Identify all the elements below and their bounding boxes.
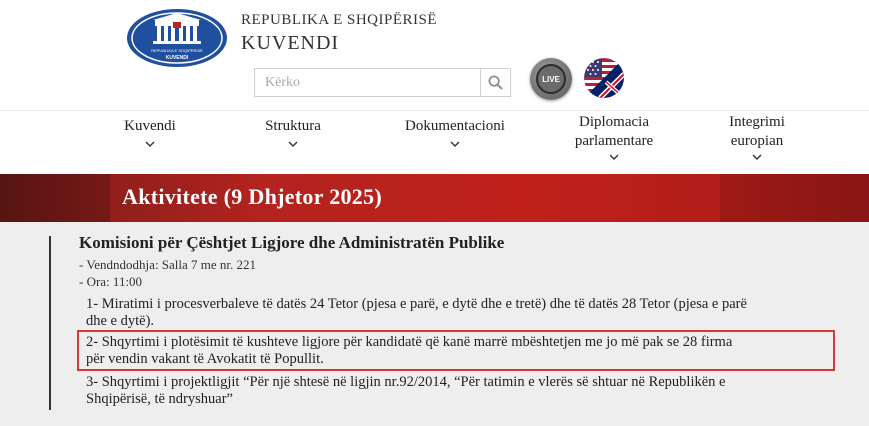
nav-item-label: parlamentare xyxy=(574,133,654,149)
time-text: - Ora: 11:00 xyxy=(79,274,143,289)
logo-subtext: REPUBLIKA E SHQIPËRISË xyxy=(151,48,203,53)
nav-item-label: Dokumentacioni xyxy=(405,118,505,134)
section-divider xyxy=(49,236,51,410)
nav-item-label: Kuvendi xyxy=(124,118,176,134)
nav-item-label: europian xyxy=(730,133,784,149)
committee-title: Komisioni për Çështjet Ligjore dhe Admin… xyxy=(79,233,505,252)
page-banner: Aktivitete (9 Dhjetor 2025) xyxy=(0,174,869,222)
nav-item-diplomacia[interactable]: Diplomacia parlamentare xyxy=(560,113,668,161)
live-label: LIVE xyxy=(542,74,560,84)
nav-item-integrimi[interactable]: Integrimi europian xyxy=(716,113,798,161)
agenda-item-line: për vendin vakant të Avokatit të Populli… xyxy=(86,351,324,367)
agenda-item: 1- Miratimi i procesverbaleve të datës 2… xyxy=(86,296,826,330)
parliament-logo[interactable]: REPUBLIKA E SHQIPËRISË KUVENDI xyxy=(126,8,228,68)
nav-item-kuvendi[interactable]: Kuvendi xyxy=(112,117,188,148)
chevron-down-icon xyxy=(609,154,619,160)
chevron-down-icon xyxy=(752,154,762,160)
search-box xyxy=(254,68,511,97)
activity-section: Komisioni për Çështjet Ligjore dhe Admin… xyxy=(0,222,869,426)
institution-name[interactable]: KUVENDI xyxy=(241,32,339,55)
banner-decoration xyxy=(0,174,110,222)
banner-decoration xyxy=(720,174,869,222)
nav-item-struktura[interactable]: Struktura xyxy=(251,117,335,148)
search-icon xyxy=(488,75,503,90)
agenda-item-highlighted: 2- Shqyrtimi i plotësimit të kushteve li… xyxy=(86,334,826,368)
main-nav: Kuvendi Struktura Dokumentacioni Diploma… xyxy=(0,110,869,174)
location-text: - Vendndodhja: Salla 7 me nr. 221 xyxy=(79,257,257,272)
agenda-item-line: Shqipërisë, të ndryshuar” xyxy=(86,391,233,407)
agenda-item-line: 3- Shqyrtimi i projektligjit “Për një sh… xyxy=(86,374,726,390)
search-input[interactable] xyxy=(255,69,481,96)
site-header: REPUBLIKA E SHQIPËRISË KUVENDI REPUBLIKA… xyxy=(0,0,869,110)
nav-item-label: Struktura xyxy=(265,118,321,134)
chevron-down-icon xyxy=(450,141,460,147)
chevron-down-icon xyxy=(288,141,298,147)
live-button[interactable]: LIVE xyxy=(530,58,572,100)
agenda-item-line: 1- Miratimi i procesverbaleve të datës 2… xyxy=(86,296,747,312)
uk-us-flag-icon[interactable] xyxy=(584,58,624,98)
search-button[interactable] xyxy=(480,69,510,96)
country-label: REPUBLIKA E SHQIPËRISË xyxy=(241,12,438,28)
logo-text: KUVENDI xyxy=(166,55,189,61)
nav-item-label: Integrimi xyxy=(729,114,785,130)
nav-item-label: Diplomacia xyxy=(579,114,649,130)
chevron-down-icon xyxy=(145,141,155,147)
agenda-item-line: dhe e dytë). xyxy=(86,313,155,329)
agenda-item-line: 2- Shqyrtimi i plotësimit të kushteve li… xyxy=(86,334,733,350)
nav-item-dokumentacioni[interactable]: Dokumentacioni xyxy=(393,117,517,148)
page-title: Aktivitete (9 Dhjetor 2025) xyxy=(122,184,383,209)
agenda-item: 3- Shqyrtimi i projektligjit “Për një sh… xyxy=(86,374,826,408)
live-icon: LIVE xyxy=(536,64,566,94)
